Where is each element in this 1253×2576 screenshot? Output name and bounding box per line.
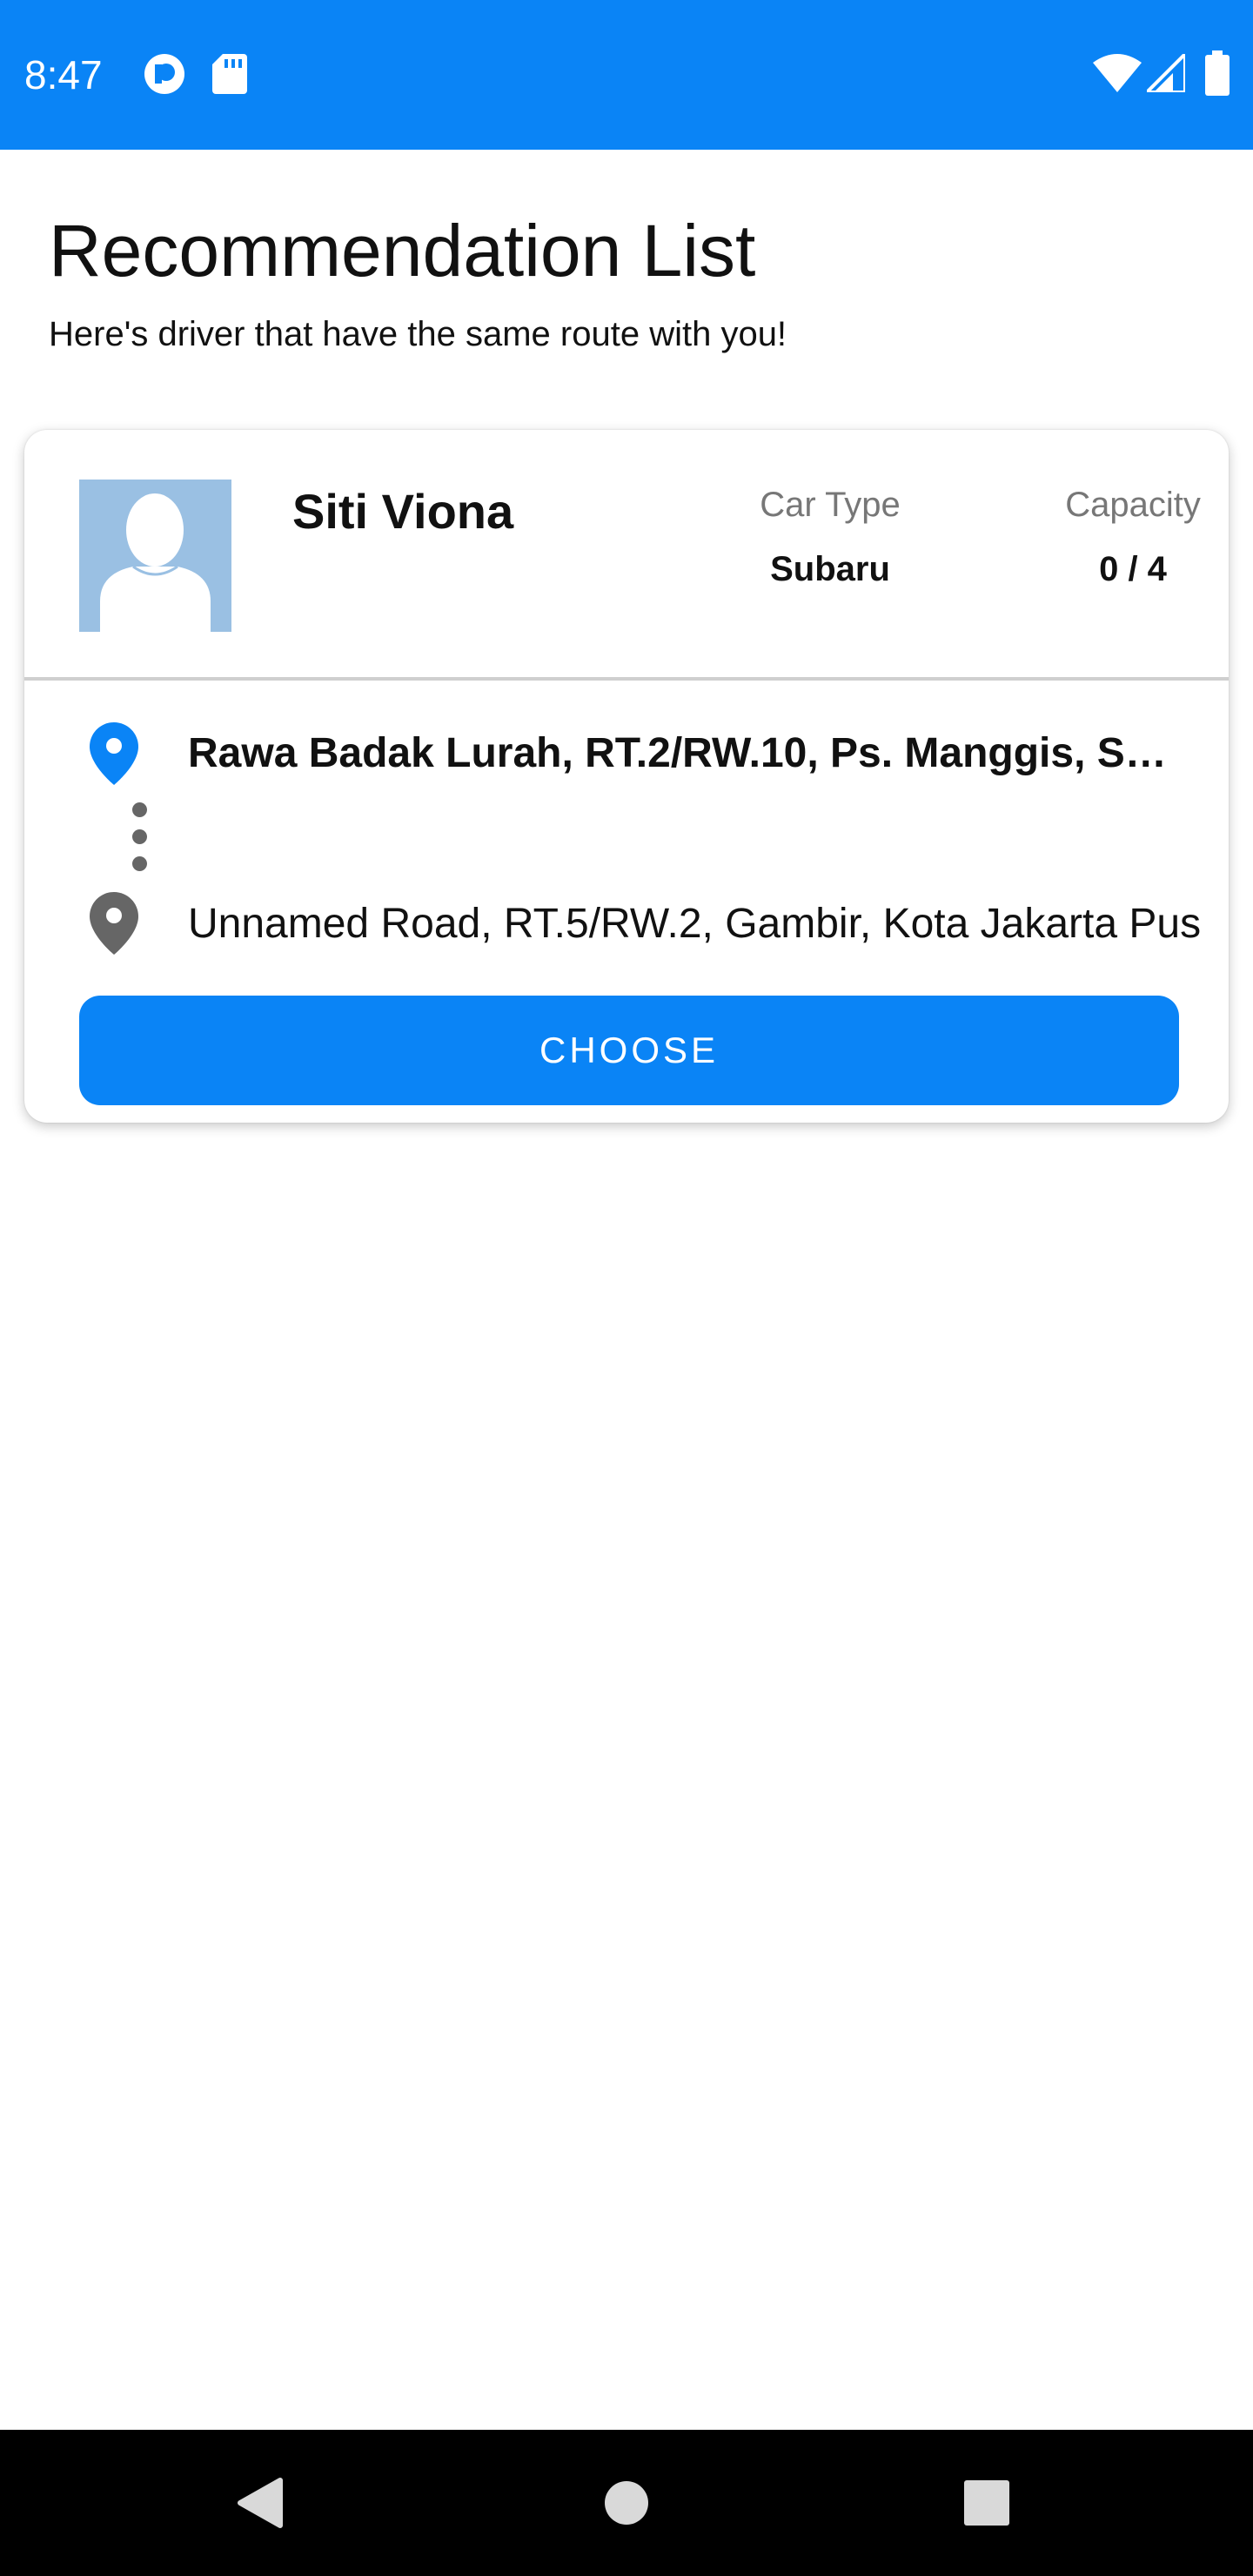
driver-name: Siti Viona — [292, 484, 514, 539]
route-dot — [132, 802, 147, 817]
car-type-value: Subaru — [770, 550, 890, 588]
capacity-value: 0 / 4 — [1099, 550, 1167, 588]
page-subtitle: Here's driver that have the same route w… — [49, 315, 787, 353]
cell-signal-icon — [1147, 54, 1185, 92]
page-title: Recommendation List — [49, 210, 756, 292]
battery-icon — [1205, 50, 1230, 96]
recents-icon[interactable] — [964, 2480, 1009, 2526]
location-pin-blue-icon — [90, 722, 138, 785]
status-time: 8:47 — [24, 52, 103, 97]
route-dot — [132, 829, 147, 844]
status-bar: 8:47 — [0, 0, 1253, 150]
pocket-casts-icon — [144, 54, 184, 94]
sd-card-icon — [212, 54, 247, 94]
car-type-label: Car Type — [760, 486, 901, 524]
navigation-bar — [0, 2430, 1253, 2576]
destination-address: Unnamed Road, RT.5/RW.2, Gambir, Kota Ja… — [188, 901, 1202, 947]
location-pin-gray-icon — [90, 892, 138, 955]
wifi-icon — [1093, 54, 1142, 92]
capacity-label: Capacity — [1065, 486, 1201, 524]
card-divider — [24, 677, 1229, 681]
driver-card: Siti Viona Car Type Subaru Capacity 0 / … — [24, 430, 1229, 1123]
person-placeholder-icon — [100, 493, 211, 632]
back-icon[interactable] — [235, 2477, 284, 2529]
choose-button[interactable]: CHOOSE — [79, 996, 1179, 1105]
route-dot — [132, 856, 147, 871]
origin-address: Rawa Badak Lurah, RT.2/RW.10, Ps. Manggi… — [188, 730, 1167, 776]
home-icon[interactable] — [604, 2480, 649, 2526]
avatar — [79, 480, 231, 632]
